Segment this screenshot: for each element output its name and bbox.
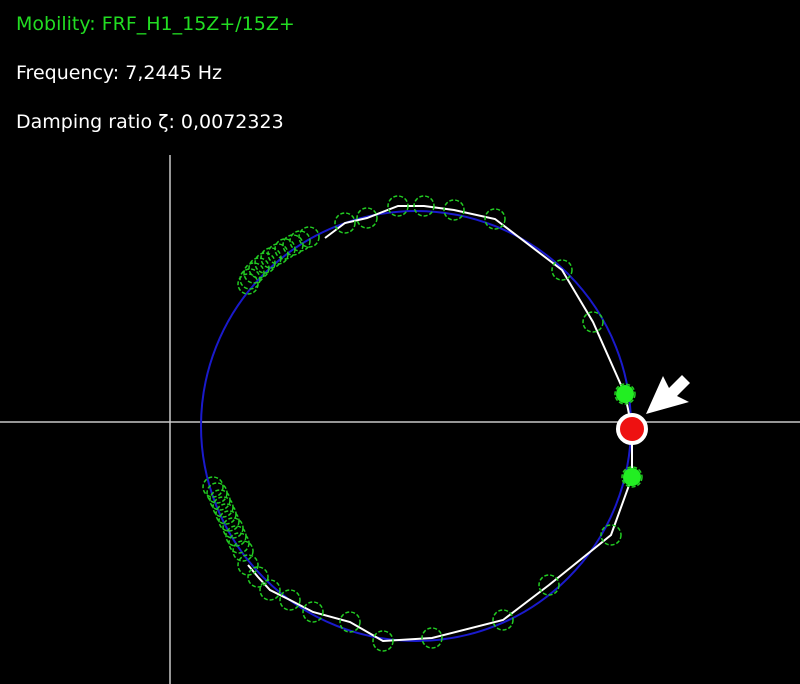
measured-point[interactable] <box>254 252 276 274</box>
arrow-pointer-icon <box>646 375 690 414</box>
resonance-point[interactable] <box>616 413 648 445</box>
nyquist-viewer: Mobility: FRF_H1_15Z+/15Z+ Frequency: 7,… <box>0 0 800 684</box>
measured-point[interactable] <box>243 262 265 284</box>
nyquist-plot[interactable] <box>0 0 800 684</box>
measured-point[interactable] <box>260 247 282 269</box>
measured-path-line <box>247 205 633 643</box>
measured-path <box>247 205 633 643</box>
half-power-point-upper[interactable] <box>616 385 634 403</box>
half-power-point-lower[interactable] <box>623 468 641 486</box>
